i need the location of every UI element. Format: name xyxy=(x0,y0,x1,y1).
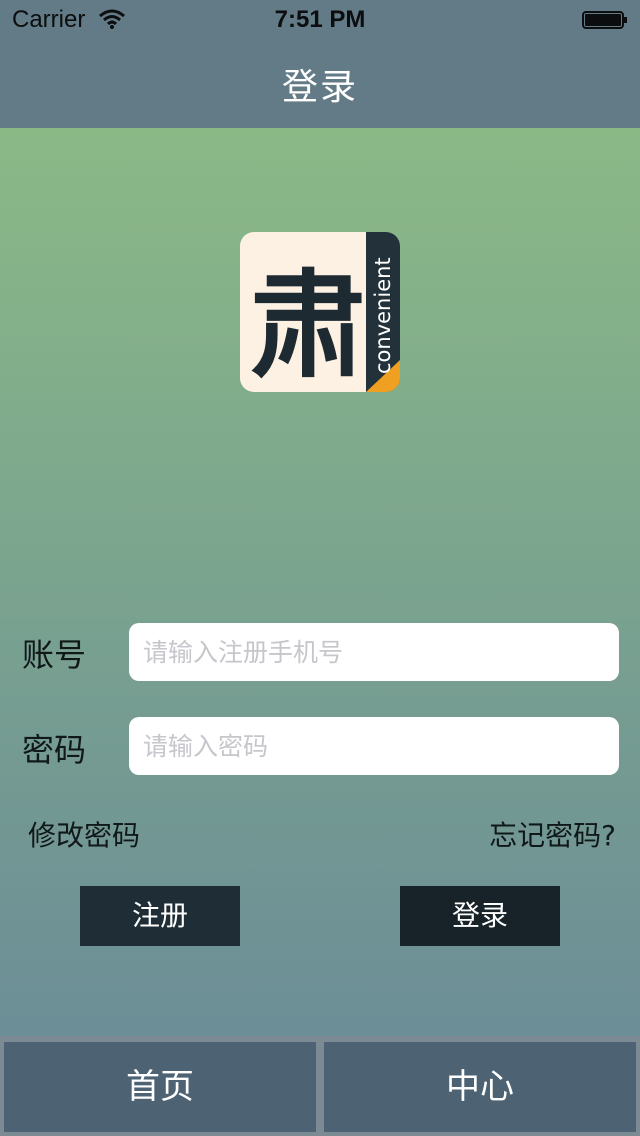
page-title: 登录 xyxy=(281,67,358,108)
tab-center[interactable]: 中心 xyxy=(324,1042,636,1132)
status-bar: Carrier 7:51 PM xyxy=(0,0,640,40)
clock: 7:51 PM xyxy=(274,6,366,33)
app-logo: 肃 convenient xyxy=(240,232,400,392)
navigation-header: Carrier 7:51 PM 登录 xyxy=(0,0,640,128)
password-label: 密码 xyxy=(22,731,87,769)
logo-glyph: 肃 xyxy=(250,259,366,392)
account-input[interactable] xyxy=(129,623,619,681)
battery-icon xyxy=(582,11,627,29)
tab-bar: 首页 中心 xyxy=(0,1036,640,1136)
tab-home[interactable]: 首页 xyxy=(4,1042,316,1132)
forgot-password-link[interactable]: 忘记密码? xyxy=(489,814,616,854)
login-panel: 肃 convenient 账号 密码 修改密码 忘记密码? 注册 登录 xyxy=(0,128,640,1036)
login-button[interactable]: 登录 xyxy=(400,886,560,946)
logo-word: convenient xyxy=(371,257,395,374)
logo-icon: 肃 convenient xyxy=(240,232,400,392)
change-password-link[interactable]: 修改密码 xyxy=(28,814,140,854)
password-input[interactable] xyxy=(129,717,619,775)
register-button[interactable]: 注册 xyxy=(80,886,240,946)
account-label: 账号 xyxy=(22,636,87,674)
